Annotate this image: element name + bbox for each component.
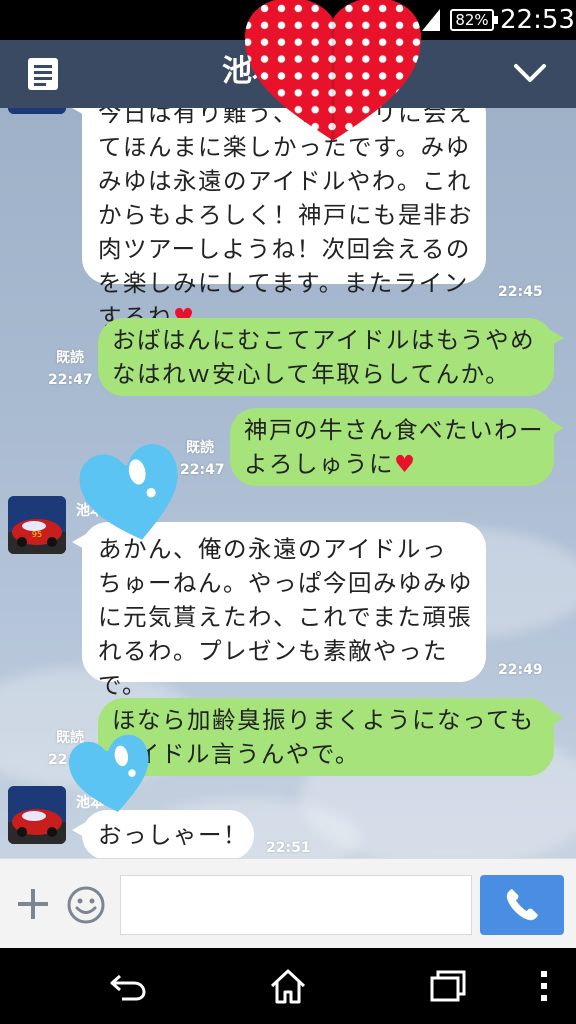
message-time: 22:49 [498, 662, 543, 678]
input-bar [0, 858, 576, 948]
plus-icon[interactable] [16, 887, 50, 921]
battery-indicator: 82% [450, 9, 498, 31]
message-time: 22:45 [498, 284, 543, 300]
system-nav-bar [0, 948, 576, 1024]
smiley-icon[interactable] [66, 885, 106, 925]
red-heart-emoji: ♥ [394, 450, 417, 478]
home-icon[interactable] [268, 966, 308, 1006]
back-icon[interactable] [108, 966, 148, 1006]
call-button[interactable] [480, 875, 564, 935]
read-receipt: 既読 [56, 350, 84, 366]
message-bubble-outgoing[interactable]: 神戸の牛さん食べたいわー よろしゅうに♥ [230, 408, 564, 486]
blue-heart-sticker [68, 734, 149, 812]
list-icon[interactable] [28, 58, 58, 90]
avatar[interactable] [8, 108, 66, 114]
avatar[interactable]: 95 [8, 496, 66, 554]
message-time: 22:51 [266, 840, 311, 856]
read-receipt: 既読 [186, 440, 214, 456]
message-time: 22:47 [48, 372, 93, 388]
chevron-down-icon[interactable] [510, 54, 550, 94]
avatar[interactable] [8, 786, 66, 844]
red-heart-sticker [244, 0, 422, 141]
message-input[interactable] [120, 875, 472, 935]
phone-icon [506, 889, 538, 921]
chat-area[interactable]: 今日は有り難う、ブッチリに会え てほんまに楽しかったです。みゆ みゆは永遠のアイ… [0, 108, 576, 858]
recent-apps-icon[interactable] [428, 966, 468, 1006]
svg-text:95: 95 [32, 530, 42, 539]
more-icon[interactable] [524, 966, 564, 1006]
status-clock: 22:53 [500, 5, 575, 35]
message-bubble-outgoing[interactable]: ほなら加齢臭振りまくようになっても アイドル言うんやで。 [98, 698, 564, 776]
blue-heart-sticker [79, 444, 178, 540]
message-bubble-outgoing[interactable]: おばはんにむこてアイドルはもうやめ なはれｗ安心して年取らしてんか。 [98, 318, 564, 396]
